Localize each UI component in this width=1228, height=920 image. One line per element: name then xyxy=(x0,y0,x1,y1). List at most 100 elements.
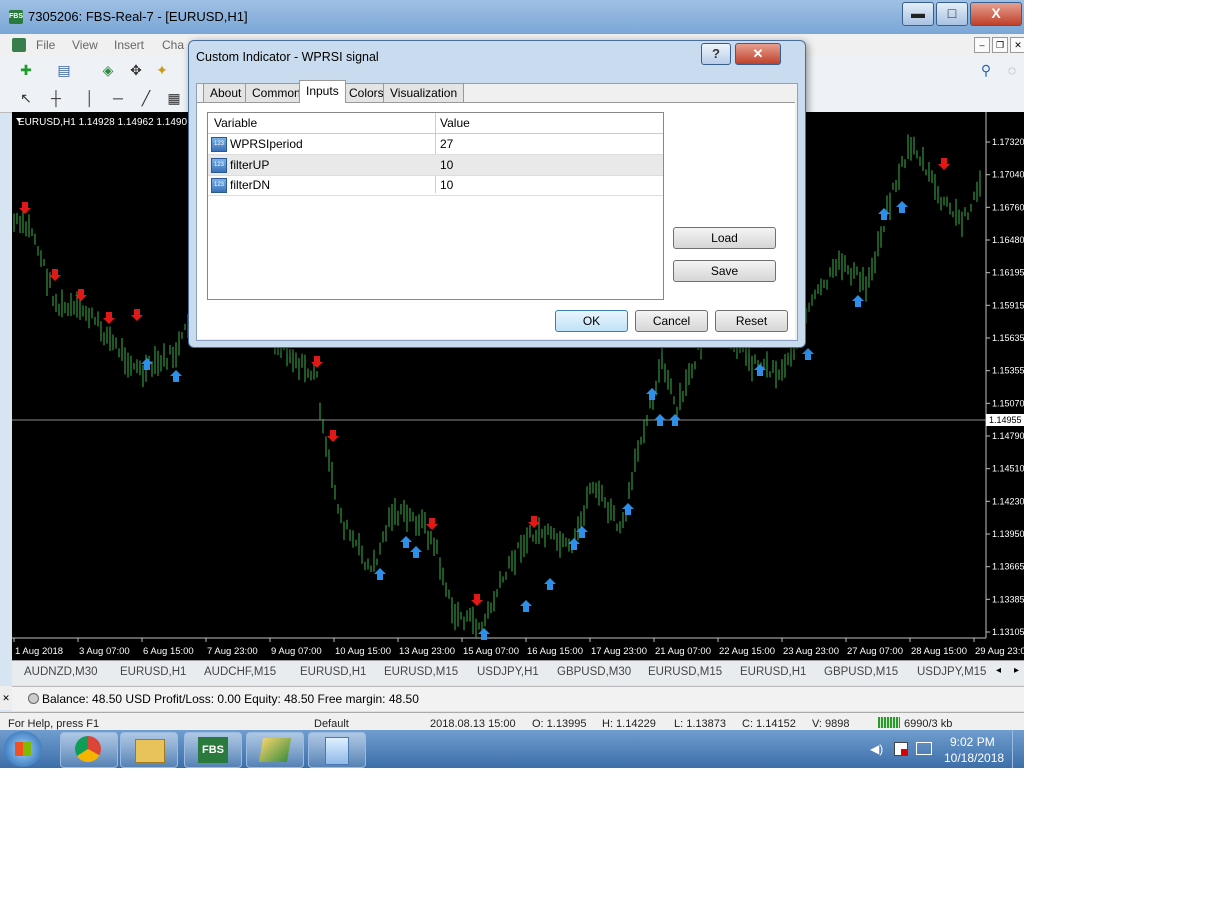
windows-logo-icon xyxy=(15,742,31,756)
reset-button[interactable]: Reset xyxy=(715,310,788,332)
time-tick-label: 29 Aug 23:00 xyxy=(975,646,1024,657)
clock-time[interactable]: 9:02 PM xyxy=(950,735,995,749)
time-tick-label: 21 Aug 07:00 xyxy=(655,646,711,657)
chart-tab[interactable]: GBPUSD,M15 xyxy=(824,666,898,678)
chart-tab[interactable]: AUDNZD,M30 xyxy=(24,666,97,678)
mdi-close-button[interactable]: ✕ xyxy=(1010,37,1024,53)
time-tick-label: 23 Aug 23:00 xyxy=(783,646,839,657)
menu-insert[interactable]: Insert xyxy=(114,38,144,52)
terminal-close-icon[interactable]: ✕ xyxy=(0,686,12,710)
notepad-taskbar-button[interactable] xyxy=(308,732,366,768)
cancel-button[interactable]: Cancel xyxy=(635,310,708,332)
chat-icon[interactable]: ◌ xyxy=(1002,61,1022,79)
minimize-button[interactable]: ▬ xyxy=(902,2,934,26)
price-tick-label: 1.13665 xyxy=(992,562,1024,572)
price-tick-label: 1.17320 xyxy=(992,137,1024,147)
crosshair-icon[interactable]: ┼ xyxy=(46,89,66,107)
tab-visualization[interactable]: Visualization xyxy=(383,83,465,102)
menu-file[interactable]: File xyxy=(36,38,55,52)
network-icon[interactable] xyxy=(916,742,932,755)
tab-scroll-left-icon[interactable]: ◂ xyxy=(996,665,1001,676)
sell-arrow-icon xyxy=(49,269,61,281)
buy-arrow-icon xyxy=(896,201,908,213)
chart-tab[interactable]: EURUSD,M15 xyxy=(384,666,458,678)
chart-tab[interactable]: EURUSD,H1 xyxy=(120,666,186,678)
chart-tab[interactable]: EURUSD,H1 xyxy=(740,666,806,678)
chart-tab[interactable]: USDJPY,M15 xyxy=(917,666,986,678)
chart-tab[interactable]: USDJPY,H1 xyxy=(477,666,539,678)
action-center-icon[interactable] xyxy=(894,742,908,756)
column-value[interactable]: Value xyxy=(440,116,470,130)
fibo-icon[interactable]: ▦ xyxy=(164,89,184,107)
column-variable[interactable]: Variable xyxy=(214,116,257,130)
sell-arrow-icon xyxy=(327,430,339,442)
clock-date[interactable]: 10/18/2018 xyxy=(944,751,1004,765)
sell-arrow-icon xyxy=(426,518,438,530)
price-tick-label: 1.14790 xyxy=(992,431,1024,441)
tab-scroll-right-icon[interactable]: ▸ xyxy=(1014,665,1019,676)
buy-arrow-icon xyxy=(878,208,890,220)
explorer-taskbar-button[interactable] xyxy=(120,732,178,768)
document-icon xyxy=(12,38,26,52)
param-name: filterUP xyxy=(230,158,270,172)
terminal-panel: Balance: 48.50 USD Profit/Loss: 0.00 Equ… xyxy=(12,686,1024,711)
maximize-button[interactable]: □ xyxy=(936,2,968,26)
param-value[interactable]: 10 xyxy=(440,178,453,192)
price-tick-label: 1.16760 xyxy=(992,202,1024,212)
new-chart-icon[interactable]: ✚ xyxy=(16,61,36,79)
dialog-close-button[interactable]: ✕ xyxy=(735,43,781,65)
time-tick-label: 16 Aug 15:00 xyxy=(527,646,583,657)
buy-arrow-icon xyxy=(852,295,864,307)
chart-tab[interactable]: AUDCHF,M15 xyxy=(204,666,276,678)
fbs-taskbar-button[interactable]: FBS xyxy=(184,732,242,768)
price-tick-label: 1.14510 xyxy=(992,464,1024,474)
load-button[interactable]: Load xyxy=(673,227,776,249)
cursor-icon[interactable]: ↖ xyxy=(16,89,36,107)
chart-tab[interactable]: EURUSD,H1 xyxy=(300,666,366,678)
metaeditor-taskbar-button[interactable] xyxy=(246,732,304,768)
folder-icon xyxy=(135,739,165,763)
start-button[interactable] xyxy=(4,731,42,767)
param-value[interactable]: 27 xyxy=(440,137,453,151)
trendline-icon[interactable]: ╱ xyxy=(136,89,156,107)
menu-charts[interactable]: Cha xyxy=(162,38,184,52)
close-button[interactable]: X xyxy=(970,2,1022,26)
profiles-icon[interactable]: ▤ xyxy=(54,61,74,79)
price-tick-label: 1.15070 xyxy=(992,398,1024,408)
mdi-minimize-button[interactable]: – xyxy=(974,37,990,53)
price-tick-label: 1.13105 xyxy=(992,627,1024,637)
integer-param-icon: 123 xyxy=(211,158,227,173)
buy-arrow-icon xyxy=(654,414,666,426)
show-desktop-button[interactable] xyxy=(1012,730,1023,768)
table-row[interactable]: 123 filterUP 10 xyxy=(208,155,663,176)
status-bar: For Help, press F1 Default 2018.08.13 15… xyxy=(0,712,1024,730)
param-name: WPRSIperiod xyxy=(230,137,303,151)
horizontal-line-icon[interactable]: ─ xyxy=(108,89,128,107)
status-volume: V: 9898 xyxy=(812,718,850,730)
search-icon[interactable]: ⚲ xyxy=(976,61,996,79)
volume-icon[interactable]: ◀) xyxy=(870,742,883,756)
navigator-icon[interactable]: ✥ xyxy=(126,61,146,79)
table-row[interactable]: 123 WPRSIperiod 27 xyxy=(208,134,663,155)
tab-about[interactable]: About xyxy=(203,83,249,102)
tab-inputs[interactable]: Inputs xyxy=(299,80,346,103)
market-watch-icon[interactable]: ◈ xyxy=(98,61,118,79)
menu-view[interactable]: View xyxy=(72,38,98,52)
save-button[interactable]: Save xyxy=(673,260,776,282)
chart-tab[interactable]: EURUSD,M15 xyxy=(648,666,722,678)
chart-tab[interactable]: GBPUSD,M30 xyxy=(557,666,631,678)
chrome-taskbar-button[interactable] xyxy=(60,732,118,768)
balance-icon xyxy=(28,693,39,704)
price-tick-label: 1.15635 xyxy=(992,333,1024,343)
table-row[interactable]: 123 filterDN 10 xyxy=(208,175,663,196)
help-button[interactable]: ? xyxy=(701,43,731,65)
vertical-line-icon[interactable]: │ xyxy=(80,89,100,107)
time-tick-label: 10 Aug 15:00 xyxy=(335,646,391,657)
data-window-icon[interactable]: ✦ xyxy=(152,61,172,79)
time-tick-label: 13 Aug 23:00 xyxy=(399,646,455,657)
ok-button[interactable]: OK xyxy=(555,310,628,332)
status-profile[interactable]: Default xyxy=(314,718,349,730)
sell-arrow-icon xyxy=(471,594,483,606)
mdi-restore-button[interactable]: ❐ xyxy=(992,37,1008,53)
param-value[interactable]: 10 xyxy=(440,158,453,172)
